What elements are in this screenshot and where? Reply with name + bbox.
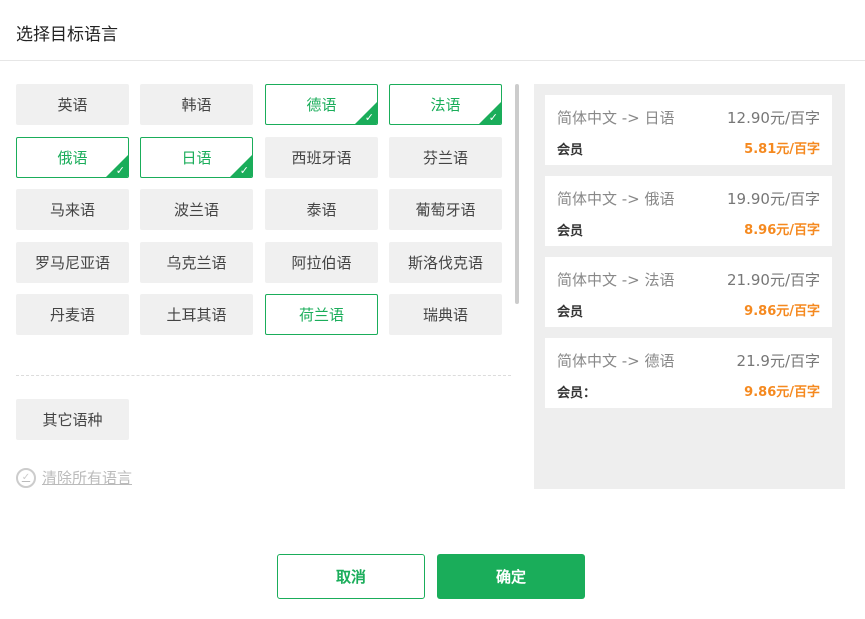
normal-price: 21.90元/百字 [727, 271, 820, 289]
language-option[interactable]: 韩语 [140, 84, 253, 125]
price-route: 简体中文 -> 俄语 [557, 190, 675, 208]
language-option-label: 葡萄牙语 [415, 201, 476, 219]
language-option[interactable]: 阿拉伯语 [265, 242, 378, 283]
member-label: 会员： [557, 386, 597, 401]
price-route: 简体中文 -> 日语 [557, 109, 675, 127]
language-list-scrollbar[interactable] [515, 84, 519, 304]
language-option[interactable]: 土耳其语 [140, 294, 253, 335]
language-option[interactable]: 瑞典语 [389, 294, 502, 335]
check-icon: ✓ [364, 111, 374, 124]
language-option[interactable]: 荷兰语 [265, 294, 378, 335]
confirm-button[interactable]: 确定 [437, 554, 585, 599]
language-option-label: 阿拉伯语 [291, 254, 352, 272]
normal-price: 21.9元/百字 [736, 352, 820, 370]
language-option[interactable]: 芬兰语 [389, 137, 502, 178]
language-option[interactable]: 丹麦语 [16, 294, 129, 335]
dialog-title: 选择目标语言 [16, 25, 118, 45]
language-option-label: 法语 [430, 96, 461, 114]
member-price: 9.86元/百字 [744, 385, 820, 400]
clear-all-languages-link[interactable]: ✓ 清除所有语言 [16, 467, 132, 488]
price-route: 简体中文 -> 法语 [557, 271, 675, 289]
member-label: 会员 [557, 143, 584, 158]
language-option[interactable]: 日语 ✓ [140, 137, 253, 178]
language-option-label: 英语 [57, 96, 88, 114]
check-icon: ✓ [115, 164, 125, 177]
language-option[interactable]: 波兰语 [140, 189, 253, 230]
language-option-label: 丹麦语 [49, 306, 95, 324]
price-card: 简体中文 -> 俄语 19.90元/百字会员 8.96元/百字 [545, 176, 832, 246]
check-icon: ✓ [488, 111, 498, 124]
language-option[interactable]: 葡萄牙语 [389, 189, 502, 230]
language-option[interactable]: 德语 ✓ [265, 84, 378, 125]
language-option[interactable]: 英语 [16, 84, 129, 125]
other-languages-button[interactable]: 其它语种 [16, 399, 129, 440]
price-panel: 简体中文 -> 日语 12.90元/百字会员 5.81元/百字简体中文 -> 俄语 1… [534, 84, 845, 489]
language-option[interactable]: 罗马尼亚语 [16, 242, 129, 283]
section-divider [16, 375, 511, 376]
member-label: 会员 [557, 305, 584, 320]
normal-price: 19.90元/百字 [727, 190, 820, 208]
cancel-button[interactable]: 取消 [277, 554, 425, 599]
language-option[interactable]: 俄语 ✓ [16, 137, 129, 178]
member-price: 8.96元/百字 [744, 223, 820, 238]
language-option[interactable]: 马来语 [16, 189, 129, 230]
language-option-label: 马来语 [49, 201, 95, 219]
language-option-label: 芬兰语 [422, 149, 468, 167]
language-option-label: 荷兰语 [298, 306, 344, 324]
language-option-label: 俄语 [57, 149, 88, 167]
title-divider [0, 60, 865, 61]
language-option[interactable]: 法语 ✓ [389, 84, 502, 125]
language-option-label: 乌克兰语 [166, 254, 227, 272]
language-option-label: 韩语 [181, 96, 212, 114]
price-card: 简体中文 -> 法语 21.90元/百字会员 9.86元/百字 [545, 257, 832, 327]
member-price: 9.86元/百字 [744, 304, 820, 319]
language-option-label: 波兰语 [173, 201, 219, 219]
language-option[interactable]: 西班牙语 [265, 137, 378, 178]
check-icon: ✓ [239, 164, 249, 177]
price-route: 简体中文 -> 德语 [557, 352, 675, 370]
language-option-label: 德语 [306, 96, 337, 114]
language-option-label: 土耳其语 [166, 306, 227, 324]
price-card: 简体中文 -> 德语 21.9元/百字会员： 9.86元/百字 [545, 338, 832, 408]
clear-all-label: 清除所有语言 [42, 469, 133, 487]
language-option-label: 瑞典语 [422, 306, 468, 324]
language-option-label: 罗马尼亚语 [34, 254, 110, 272]
language-option-label: 日语 [181, 149, 212, 167]
language-option-label: 斯洛伐克语 [407, 254, 483, 272]
member-price: 5.81元/百字 [744, 142, 820, 157]
price-card: 简体中文 -> 日语 12.90元/百字会员 5.81元/百字 [545, 95, 832, 165]
member-label: 会员 [557, 224, 584, 239]
language-option[interactable]: 斯洛伐克语 [389, 242, 502, 283]
clear-icon: ✓ [16, 467, 36, 488]
normal-price: 12.90元/百字 [727, 109, 820, 127]
language-option[interactable]: 泰语 [265, 189, 378, 230]
language-option[interactable]: 乌克兰语 [140, 242, 253, 283]
language-option-label: 泰语 [306, 201, 337, 219]
language-option-label: 西班牙语 [291, 149, 352, 167]
